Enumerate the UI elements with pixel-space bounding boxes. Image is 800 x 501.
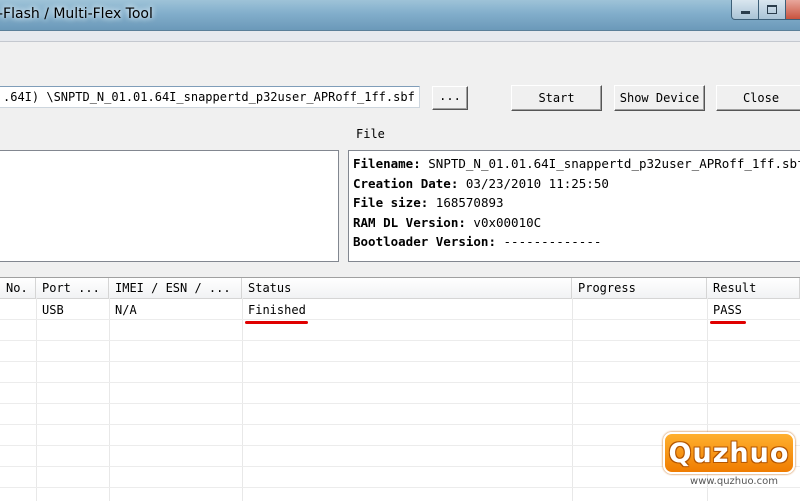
- creation-date-key: Creation Date:: [353, 175, 459, 191]
- filename-value: SNPTD_N_01.01.64I_snappertd_p32user_APRo…: [428, 156, 800, 171]
- grid-line: [0, 361, 800, 362]
- column-header-status[interactable]: Status: [242, 278, 572, 298]
- grid-line: [0, 340, 800, 341]
- watermark-logo: Quzhuo: [663, 432, 795, 474]
- close-window-button[interactable]: [785, 0, 800, 20]
- file-info-box[interactable]: Filename: SNPTD_N_01.01.64I_snappertd_p3…: [348, 150, 800, 262]
- cell-imei: N/A: [115, 303, 137, 317]
- cell-status: Finished: [248, 303, 306, 317]
- grid-line: [572, 298, 573, 501]
- minimize-icon: [740, 11, 750, 14]
- column-header-progress[interactable]: Progress: [572, 278, 707, 298]
- file-info-line: File size: 168570893: [353, 193, 800, 213]
- column-header-result[interactable]: Result: [707, 278, 800, 298]
- column-header-no[interactable]: No.: [0, 278, 36, 298]
- grid-line: [0, 424, 800, 425]
- minimize-button[interactable]: [731, 0, 759, 20]
- grid-line: [0, 319, 800, 320]
- ram-dl-version-value: v0x00010C: [473, 214, 542, 230]
- file-info-line: RAM DL Version: v0x00010C: [353, 213, 800, 233]
- maximize-icon: [767, 5, 777, 14]
- file-size-key: File size:: [353, 195, 429, 210]
- file-info-line: Filename: SNPTD_N_01.01.64I_snappertd_p3…: [353, 154, 800, 174]
- cell-result: PASS: [713, 303, 742, 317]
- file-info-line: Bootloader Version: -------------: [353, 232, 800, 252]
- file-size-value: 168570893: [435, 195, 504, 210]
- file-info-line-partial: [353, 252, 800, 262]
- title-bar: -Flash / Multi-Flex Tool: [0, 0, 800, 31]
- cell-progress: [572, 299, 707, 319]
- column-header-port[interactable]: Port ...: [36, 278, 109, 298]
- cell-port: USB: [42, 303, 64, 317]
- cell-no: [0, 299, 36, 319]
- grid-line: [109, 298, 110, 501]
- filename-key: Filename:: [353, 156, 421, 171]
- bootloader-version-key: Bootloader Version:: [353, 234, 496, 249]
- column-header-imei[interactable]: IMEI / ESN / ...: [109, 278, 242, 298]
- menu-strip: [0, 31, 800, 42]
- grid-line: [242, 298, 243, 501]
- start-button[interactable]: Start: [511, 85, 602, 111]
- watermark-url: www.quzhuo.com: [690, 476, 778, 487]
- status-annotation-underline: [245, 321, 308, 324]
- file-path-input[interactable]: .64I) \SNPTD_N_01.01.64I_snappertd_p32us…: [0, 86, 420, 108]
- grid-line: [36, 298, 37, 501]
- file-info-line: Creation Date: 03/23/2010 11:25:50: [353, 174, 800, 194]
- result-annotation-underline: [710, 321, 746, 324]
- grid-line: [0, 382, 800, 383]
- window-title: -Flash / Multi-Flex Tool: [0, 6, 153, 22]
- table-header: No. Port ... IMEI / ESN / ... Status Pro…: [0, 278, 800, 299]
- device-list-box[interactable]: [0, 150, 339, 262]
- browse-button[interactable]: ...: [432, 86, 468, 110]
- close-button[interactable]: Close: [716, 85, 800, 111]
- watermark: Quzhuo www.quzhuo.com: [663, 432, 795, 492]
- creation-date-value: 03/23/2010 11:25:50: [465, 175, 609, 191]
- file-group-label: File: [356, 127, 385, 141]
- grid-line: [0, 403, 800, 404]
- watermark-brand: Quzhuo: [668, 437, 790, 469]
- bootloader-version-value: -------------: [503, 234, 602, 249]
- maximize-button[interactable]: [758, 0, 786, 20]
- ram-dl-version-key: RAM DL Version:: [353, 214, 466, 230]
- show-device-button[interactable]: Show Device: [614, 85, 705, 111]
